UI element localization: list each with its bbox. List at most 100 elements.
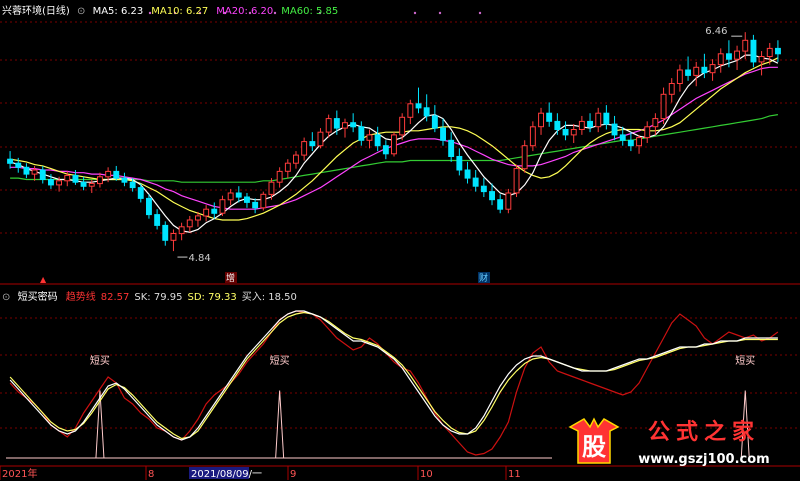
candle-body <box>578 120 585 131</box>
candle-body <box>80 181 87 187</box>
watermark-logo: 股 公式之家 www.gszj100.com <box>564 413 794 471</box>
price-header: 兴蓉环境(日线) ⊙ MA5: 6.23 MA10: 6.27 MA20: 6.20… <box>2 2 346 17</box>
candle-body <box>595 112 602 128</box>
symbol-title: 兴蓉环境(日线) <box>2 6 70 17</box>
candle-body <box>423 107 430 117</box>
buy-signal-label: 短买 <box>735 354 755 367</box>
candle-body <box>529 126 536 147</box>
event-dot: ▲ <box>40 275 47 284</box>
candle-body <box>685 69 691 76</box>
candle-body <box>154 214 161 226</box>
candle-body <box>31 169 38 175</box>
axis-label: 9 <box>290 469 296 480</box>
indicator-legend: 趋势线 82.57 SK: 79.95 SD: 79.33 买入: 18.50 <box>61 292 297 303</box>
indicator-header: ⊙ 短买密码 趋势线 82.57 SK: 79.95 SD: 79.33 买入: 18.… <box>2 288 297 303</box>
ma-legend-item: MA60: 5.85 <box>281 6 339 17</box>
candle-body <box>587 120 593 128</box>
candle-body <box>440 127 447 141</box>
chart-canvas[interactable]: 4.84 6.46 增 财 ▲ 短买 短买 短买 2021年 8 2021/08/09/一 9 10 11 <box>0 0 800 481</box>
candle-body <box>333 118 340 129</box>
settings-icon[interactable]: ⊙ <box>77 6 85 17</box>
candle-body <box>113 170 120 179</box>
candle-body <box>717 53 724 66</box>
high-price-label: 6.46 <box>705 26 727 37</box>
candle-body <box>129 181 136 189</box>
buy-signal-label: 短买 <box>270 354 290 367</box>
candle-body <box>644 126 651 139</box>
candle-body <box>456 156 463 171</box>
candle-body <box>513 168 520 194</box>
candle-body <box>726 53 732 60</box>
candle-body <box>701 66 708 74</box>
candle-body <box>268 181 275 195</box>
candle-body <box>742 39 749 52</box>
axis-label: 11 <box>508 469 521 480</box>
candle-body <box>97 176 103 185</box>
candle-body <box>72 174 79 183</box>
candle-body <box>15 162 22 168</box>
candle-body <box>146 197 152 216</box>
event-dot <box>413 11 417 15</box>
candlestick-series <box>7 32 781 252</box>
indicator-legend-item: 买入: 18.50 <box>241 292 297 303</box>
candle-body <box>309 141 316 147</box>
buy-spike <box>275 390 285 459</box>
indicator-legend-item: 82.57 <box>100 292 130 303</box>
candle-body <box>276 170 283 183</box>
ma-legend-item: MA10: 6.27 <box>151 6 209 17</box>
event-dot <box>478 11 482 15</box>
candle-body <box>64 174 71 182</box>
candle-body <box>570 129 577 136</box>
ma-legend-item: MA5: 6.23 <box>92 6 144 17</box>
low-price-label: 4.84 <box>188 253 210 264</box>
candle-body <box>121 177 128 183</box>
candle-body <box>186 219 193 228</box>
settings-icon[interactable]: ⊙ <box>2 292 10 303</box>
candle-body <box>382 145 389 155</box>
candle-body <box>636 137 642 147</box>
candle-body <box>374 134 381 147</box>
candle-body <box>56 180 62 186</box>
date-cursor-label: 2021/08/09/一 <box>191 469 262 480</box>
candle-body <box>88 183 95 187</box>
candle-body <box>7 158 13 164</box>
buy-signal-label: 短买 <box>90 354 110 367</box>
candle-body <box>293 154 299 164</box>
ma-legend: MA5: 6.23 MA10: 6.27 MA20: 6.20 MA60: 5.85 <box>93 6 347 17</box>
candle-body <box>137 187 144 199</box>
watermark-char: 股 <box>582 433 606 461</box>
candle-body <box>627 139 634 147</box>
candle-body <box>325 118 332 133</box>
candle-body <box>538 112 544 128</box>
candle-body <box>766 47 773 58</box>
candle-body <box>709 64 716 74</box>
candle-body <box>23 166 30 175</box>
candle-body <box>431 115 438 129</box>
candle-body <box>480 185 487 193</box>
candle-body <box>758 56 765 63</box>
candle-body <box>603 112 610 125</box>
candle-body <box>227 192 234 201</box>
candle-body <box>415 103 422 109</box>
candle-body <box>734 50 740 60</box>
candle-body <box>505 192 512 210</box>
candle-body <box>660 93 667 120</box>
candle-body <box>391 134 397 155</box>
ma-legend-item: MA20: 6.20 <box>216 6 274 17</box>
candle-body <box>497 199 504 210</box>
axis-label: 2021年 <box>2 467 37 480</box>
event-dot <box>438 11 442 15</box>
candle-body <box>178 226 185 235</box>
event-tag-zeng: 增 <box>226 272 235 284</box>
candle-body <box>562 129 569 136</box>
candle-body <box>235 192 242 198</box>
candle-body <box>399 116 406 136</box>
candle-body <box>358 126 365 141</box>
annotations: 4.84 6.46 增 财 ▲ 短买 短买 短买 2021年 8 2021/08/09/一 9 10 11 <box>0 11 755 480</box>
candle-body <box>611 123 618 136</box>
candle-body <box>48 179 54 186</box>
candle-body <box>652 118 659 128</box>
candle-body <box>619 134 626 141</box>
candle-body <box>203 208 210 217</box>
candle-body <box>39 169 46 180</box>
